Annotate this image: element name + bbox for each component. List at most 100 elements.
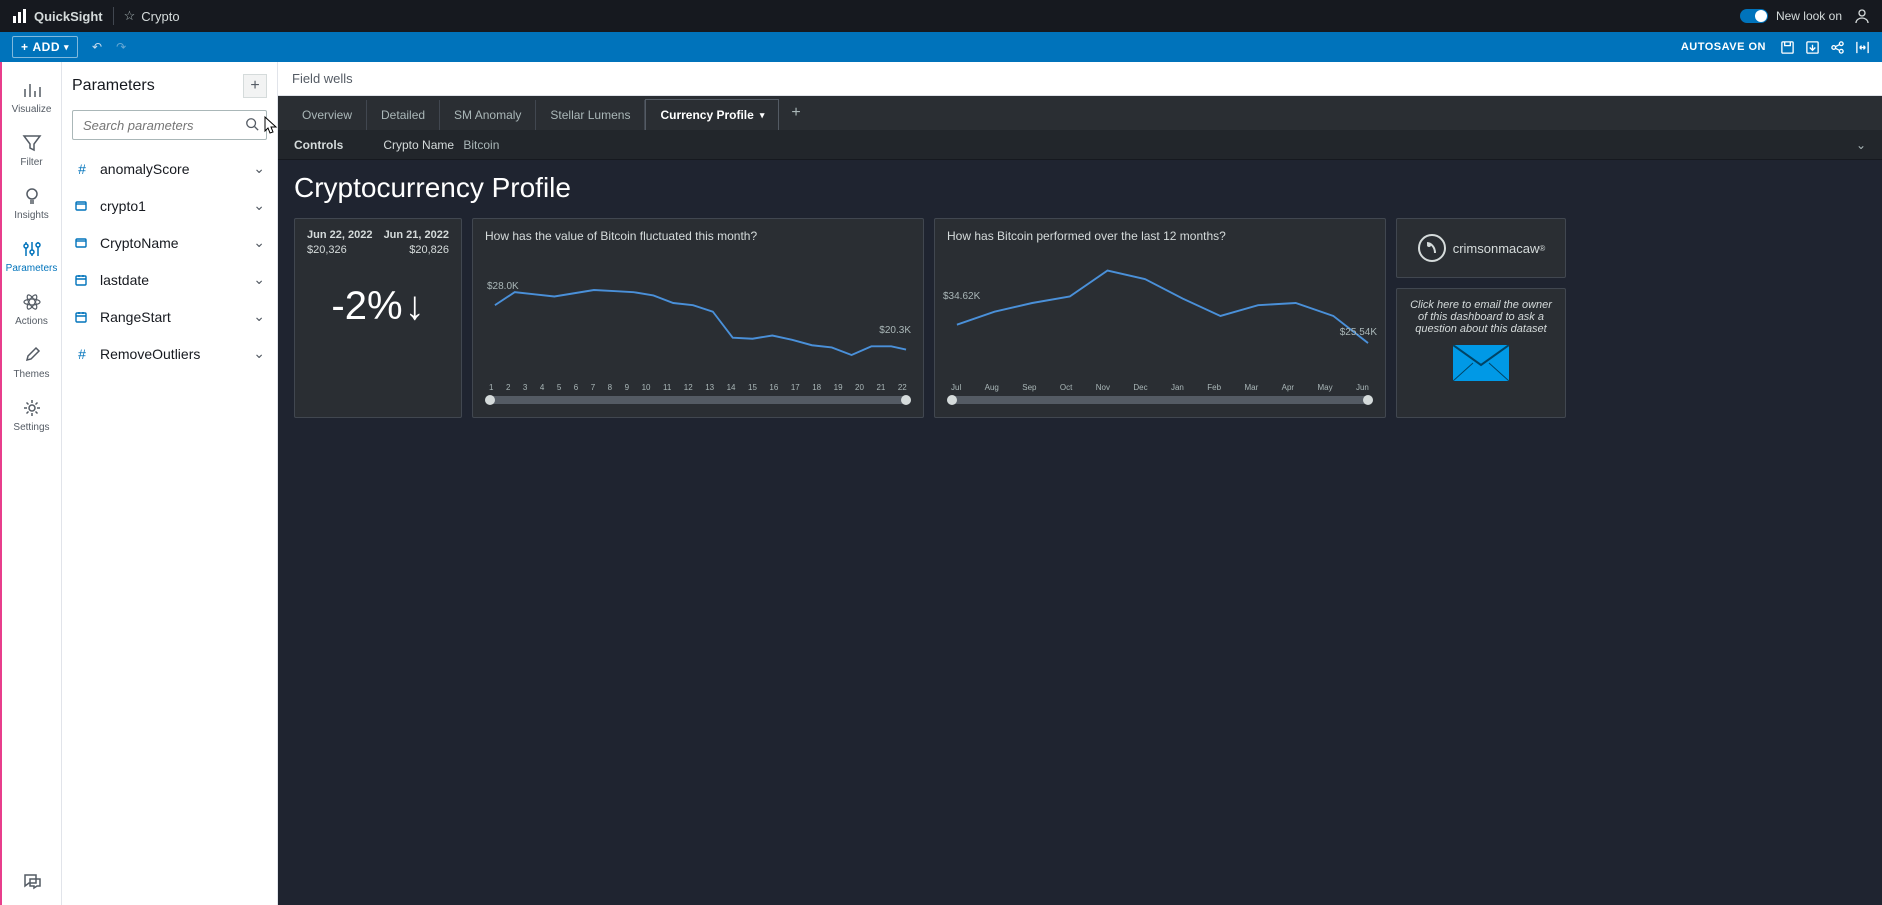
chevron-down-icon: ▾: [64, 42, 69, 53]
control-crypto-name[interactable]: Crypto Name Bitcoin: [383, 138, 499, 152]
chevron-down-icon[interactable]: ⌄: [253, 160, 265, 177]
parameter-item[interactable]: lastdate ⌄: [62, 261, 277, 298]
app-logo[interactable]: QuickSight: [12, 8, 103, 24]
chevron-down-icon[interactable]: ⌄: [253, 271, 265, 288]
tab-overview[interactable]: Overview: [288, 100, 367, 130]
top-bar: QuickSight ☆ Crypto New look on: [0, 0, 1882, 32]
field-wells-bar[interactable]: Field wells: [278, 62, 1882, 96]
action-bar: + ADD ▾ ↶ ↷ AUTOSAVE ON: [0, 32, 1882, 62]
dashboard-canvas[interactable]: Cryptocurrency Profile Jun 22, 2022 Jun …: [278, 160, 1882, 905]
control-value: Bitcoin: [463, 138, 499, 152]
box-icon: [74, 236, 90, 250]
bar-chart-icon: [22, 80, 42, 100]
kpi-card[interactable]: Jun 22, 2022 Jun 21, 2022 $20,326 $20,82…: [294, 218, 462, 418]
chevron-down-icon[interactable]: ⌄: [253, 308, 265, 325]
range-slider[interactable]: [485, 396, 911, 404]
save-icon[interactable]: [1780, 40, 1795, 55]
envelope-icon[interactable]: [1453, 345, 1509, 381]
chevron-down-icon[interactable]: ⌄: [253, 345, 265, 362]
parameter-item[interactable]: crypto1 ⌄: [62, 187, 277, 224]
search-parameters-input[interactable]: [72, 110, 267, 140]
parameter-item[interactable]: # anomalyScore ⌄: [62, 150, 277, 187]
chevron-down-icon[interactable]: ⌄: [253, 234, 265, 251]
toggle-icon[interactable]: [1740, 9, 1768, 23]
line-chart-year: [947, 251, 1373, 381]
search-icon[interactable]: [245, 117, 259, 131]
year-chart-card[interactable]: How has Bitcoin performed over the last …: [934, 218, 1386, 418]
parameter-name: RangeStart: [100, 309, 243, 325]
rail-label: Parameters: [6, 263, 58, 274]
controls-bar[interactable]: Controls Crypto Name Bitcoin ⌄: [278, 130, 1882, 160]
parameters-panel: Parameters + # anomalyScore ⌄ crypto1 ⌄ …: [62, 62, 278, 905]
fit-width-icon[interactable]: [1855, 40, 1870, 55]
document-name[interactable]: Crypto: [141, 9, 179, 24]
x-axis-months: JulAugSepOctNovDecJanFebMarAprMayJun: [947, 383, 1373, 392]
brand-logo-text: crimsonmacaw: [1453, 241, 1540, 256]
funnel-icon: [22, 133, 42, 153]
add-tab-button[interactable]: +: [779, 96, 812, 130]
plus-icon: +: [250, 77, 259, 95]
divider: [113, 7, 114, 25]
field-wells-label: Field wells: [292, 71, 353, 86]
chat-icon: [22, 871, 42, 891]
rail-label: Filter: [20, 157, 42, 168]
chevron-down-icon[interactable]: ⌄: [253, 197, 265, 214]
add-button[interactable]: + ADD ▾: [12, 36, 78, 58]
kpi-date-current: Jun 22, 2022: [307, 229, 372, 241]
brand-logo-card[interactable]: crimsonmacaw ®: [1396, 218, 1566, 278]
rail-insights[interactable]: Insights: [2, 178, 61, 231]
app-name: QuickSight: [34, 9, 103, 24]
rail-actions[interactable]: Actions: [2, 284, 61, 337]
email-owner-card[interactable]: Click here to email the owner of this da…: [1396, 288, 1566, 418]
kpi-value-previous: $20,826: [409, 244, 449, 256]
rail-visualize[interactable]: Visualize: [2, 72, 61, 125]
tab-sm-anomaly[interactable]: SM Anomaly: [440, 100, 536, 130]
export-icon[interactable]: [1805, 40, 1820, 55]
kpi-delta: -2% ↓: [307, 284, 449, 329]
chart-start-label: $34.62K: [943, 291, 980, 302]
email-help-text: Click here to email the owner of this da…: [1409, 299, 1553, 335]
box-icon: [74, 199, 90, 213]
plus-icon: +: [21, 40, 29, 54]
favorite-star-icon[interactable]: ☆: [124, 8, 136, 24]
tab-stellar-lumens[interactable]: Stellar Lumens: [536, 100, 645, 130]
hash-icon: #: [74, 346, 90, 362]
hash-icon: #: [74, 161, 90, 177]
left-rail: Visualize Filter Insights Parameters Act…: [0, 62, 62, 905]
user-icon[interactable]: [1854, 8, 1870, 24]
rail-settings[interactable]: Settings: [2, 390, 61, 443]
rail-filter[interactable]: Filter: [2, 125, 61, 178]
controls-label: Controls: [294, 138, 343, 152]
redo-icon[interactable]: ↷: [116, 40, 126, 54]
parameter-item[interactable]: CryptoName ⌄: [62, 224, 277, 261]
chart-start-label: $28.0K: [487, 281, 519, 292]
parameter-item[interactable]: RangeStart ⌄: [62, 298, 277, 335]
gear-icon: [22, 398, 42, 418]
add-parameter-button[interactable]: +: [243, 74, 267, 98]
control-key: Crypto Name: [383, 138, 454, 152]
kpi-date-previous: Jun 21, 2022: [384, 229, 449, 241]
parameter-name: anomalyScore: [100, 161, 243, 177]
undo-icon[interactable]: ↶: [92, 40, 102, 54]
parameter-name: CryptoName: [100, 235, 243, 251]
rail-parameters[interactable]: Parameters: [2, 231, 61, 284]
tab-currency-profile[interactable]: Currency Profile ▾: [645, 99, 779, 130]
rail-chat[interactable]: [22, 871, 42, 905]
share-icon[interactable]: [1830, 40, 1845, 55]
new-look-toggle[interactable]: New look on: [1740, 9, 1842, 23]
sliders-icon: [22, 239, 42, 259]
sheet-tabs: Overview Detailed SM Anomaly Stellar Lum…: [278, 96, 1882, 130]
rail-label: Themes: [13, 369, 49, 380]
parameter-item[interactable]: # RemoveOutliers ⌄: [62, 335, 277, 372]
chevron-down-icon[interactable]: ⌄: [1856, 138, 1866, 152]
atom-icon: [22, 292, 42, 312]
kpi-value-current: $20,326: [307, 244, 347, 256]
month-chart-card[interactable]: How has the value of Bitcoin fluctuated …: [472, 218, 924, 418]
parameter-name: RemoveOutliers: [100, 346, 243, 362]
chevron-down-icon[interactable]: ▾: [760, 110, 765, 121]
dashboard-title: Cryptocurrency Profile: [294, 172, 1866, 204]
tab-detailed[interactable]: Detailed: [367, 100, 440, 130]
rail-themes[interactable]: Themes: [2, 337, 61, 390]
autosave-label: AUTOSAVE ON: [1681, 41, 1766, 53]
range-slider[interactable]: [947, 396, 1373, 404]
